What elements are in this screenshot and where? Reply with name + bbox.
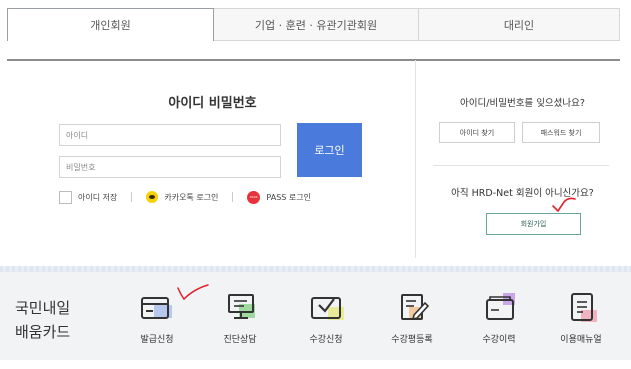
tab-corporate[interactable]: 기업 · 훈련 · 유관기관회원 (214, 8, 419, 41)
menu-label: 진단상담 (223, 335, 257, 345)
join-button[interactable]: 회원가입 (486, 213, 581, 235)
check-box-icon (311, 297, 344, 320)
menu-user-manual[interactable]: 이용매뉴얼 (546, 290, 616, 345)
menu-course-apply[interactable]: 수강신청 (291, 290, 361, 345)
menu-label: 수강신청 (309, 335, 343, 345)
option-separator (131, 192, 133, 202)
not-member-question: 아직 HRD-Net 회원이 아니신가요? (451, 188, 594, 199)
find-password-button[interactable]: 패스워드 찾기 (522, 122, 600, 143)
id-input[interactable]: 아이디 (59, 124, 281, 146)
option-separator (232, 192, 234, 202)
menu-diagnosis-consult[interactable]: 진단상담 (205, 290, 275, 345)
pass-login-link[interactable]: PASS 로그인 (266, 192, 311, 203)
login-options: 아이디 저장 카카오톡 로그인 PASS PASS 로그인 (59, 189, 311, 205)
panel-divider (415, 60, 416, 258)
menu-label: 수강평등록 (391, 335, 433, 345)
menu-label: 발급신청 (140, 335, 174, 345)
save-id-checkbox[interactable] (59, 190, 72, 204)
notebook-icon (571, 293, 597, 322)
edit-icon (401, 294, 430, 321)
kakao-icon[interactable] (146, 191, 159, 203)
card-icon (141, 297, 172, 319)
menu-review-register[interactable]: 수강평등록 (377, 290, 447, 345)
menu-label: 이용매뉴얼 (560, 335, 602, 345)
tab-individual[interactable]: 개인회원 (7, 8, 214, 41)
card-title-line2: 배움카드 (15, 323, 71, 341)
menu-label: 수강이력 (482, 335, 516, 345)
tab-agent[interactable]: 대리인 (419, 8, 620, 41)
pass-icon[interactable]: PASS (247, 190, 261, 204)
card-title: 국민내일 배움카드 (15, 296, 70, 344)
monitor-icon (228, 294, 255, 319)
find-id-button[interactable]: 아이디 찾기 (439, 122, 515, 143)
menu-course-history[interactable]: 수강이력 (464, 290, 534, 345)
right-divider (433, 165, 609, 166)
card-title-line1: 국민내일 (15, 299, 71, 317)
login-button[interactable]: 로그인 (297, 123, 362, 177)
find-account-question: 아이디/비밀번호를 잊으셨나요? (460, 98, 585, 109)
member-type-tabs: 개인회원 기업 · 훈련 · 유관기관회원 대리인 (7, 8, 620, 41)
folder-icon (486, 293, 515, 320)
login-title: 아이디 비밀번호 (168, 96, 257, 111)
save-id-label[interactable]: 아이디 저장 (78, 192, 117, 203)
kakao-login-link[interactable]: 카카오톡 로그인 (164, 192, 218, 203)
annotation-check-icon (552, 197, 576, 213)
password-input[interactable]: 비밀번호 (59, 156, 281, 178)
